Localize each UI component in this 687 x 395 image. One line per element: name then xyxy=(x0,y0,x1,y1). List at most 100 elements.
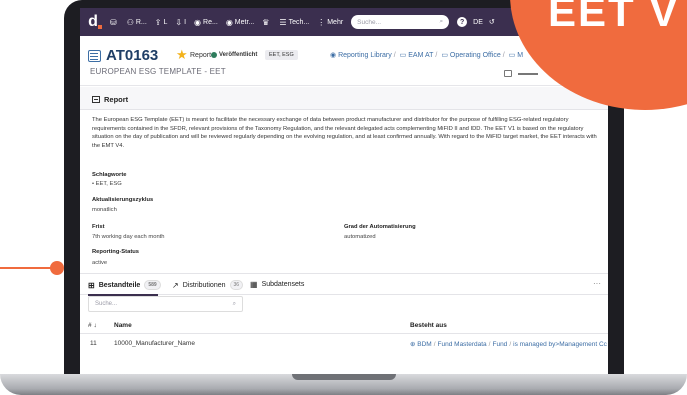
path-item[interactable]: is managed by>Management Cc xyxy=(513,341,607,348)
tab-count: 36 xyxy=(229,280,244,290)
link-icon: ⊕ xyxy=(410,341,416,348)
nav-item-download[interactable]: ⇩ I xyxy=(175,18,186,27)
page-title: AT0163 xyxy=(106,47,159,64)
eye-icon: ◉ xyxy=(194,17,202,27)
tag-chip[interactable]: EET, ESG xyxy=(265,50,298,60)
reporting-status-label: Reporting-Status xyxy=(92,249,140,255)
breadcrumb-item[interactable]: EAM AT xyxy=(408,52,433,59)
nav-item-more[interactable]: ⋮ Mehr xyxy=(317,18,343,27)
global-search[interactable]: Suche... ⌕ xyxy=(351,15,450,29)
tab-bestandteile[interactable]: ⊞ Bestandteile 589 xyxy=(88,280,161,290)
row-name[interactable]: 10000_Manufacturer_Name xyxy=(114,340,195,347)
keywords-value: • EET, ESG xyxy=(92,181,122,187)
deadline-value: 7th working day each month xyxy=(92,234,165,240)
badge-text: EET V xyxy=(548,0,680,35)
column-num-label: # xyxy=(88,322,92,329)
nav-label: Mehr xyxy=(327,18,344,26)
slider-handle[interactable] xyxy=(518,73,538,75)
more-horizontal-icon[interactable]: ··· xyxy=(593,279,601,288)
report-panel: Report The European ESG Template (EET) i… xyxy=(80,87,608,273)
breadcrumb-separator: / xyxy=(435,52,438,59)
path-item[interactable]: Fund xyxy=(492,341,507,348)
nav-label: Tech... xyxy=(288,18,310,26)
nav-item-upload[interactable]: ⇪ L xyxy=(155,18,168,27)
folder-icon: ▭ xyxy=(508,52,516,59)
row-path: ⊕ BDM / Fund Masterdata / Fund / is managed by… xyxy=(410,340,607,348)
nav-label: R... xyxy=(135,18,147,26)
column-name[interactable]: Name xyxy=(114,322,132,329)
path-item[interactable]: Fund Masterdata xyxy=(438,341,487,348)
path-separator: / xyxy=(488,341,491,348)
path-item[interactable]: BDM xyxy=(417,341,431,348)
path-separator: / xyxy=(509,341,512,348)
search-placeholder: Suche... xyxy=(95,301,118,307)
tab-subdatensets[interactable]: ▦ Subdatensets xyxy=(250,280,304,289)
pointer-dot xyxy=(50,261,64,275)
tab-label: Bestandteile xyxy=(98,281,141,289)
report-icon xyxy=(88,50,101,62)
history-icon[interactable]: ↺ xyxy=(489,18,495,26)
nav-label: Metr... xyxy=(234,18,255,26)
tab-bar: ⊞ Bestandteile 589 ↗ Distributionen 36 ▦ Subd… xyxy=(80,273,608,296)
path-separator: / xyxy=(433,341,436,348)
nav-label: L xyxy=(163,18,168,26)
row-num: 11 xyxy=(90,340,97,347)
reporting-status-value: active xyxy=(92,260,108,266)
breadcrumb-item[interactable]: M xyxy=(517,52,523,59)
report-body: The European ESG Template (EET) is meant… xyxy=(80,109,608,273)
report-title: Report xyxy=(104,95,129,104)
nav-item-metrics[interactable]: ◉ Metr... xyxy=(226,18,254,27)
database-icon: ⛁ xyxy=(110,17,117,27)
nav-item-database[interactable]: ⛁ xyxy=(110,18,119,27)
breadcrumb-item[interactable]: Operating Office xyxy=(450,52,501,59)
logo[interactable]: d xyxy=(84,13,102,31)
nav-item-tech[interactable]: ☰ Tech... xyxy=(279,18,309,27)
folder-icon: ▭ xyxy=(441,52,448,59)
search-icon: ⌕ xyxy=(439,18,444,25)
cycle-label: Aktualisierungszyklus xyxy=(92,197,154,203)
tab-count: 589 xyxy=(144,280,161,290)
logo-letter: d xyxy=(88,13,98,30)
tab-distributionen[interactable]: ↗ Distributionen 36 xyxy=(172,280,244,290)
deadline-label: Frist xyxy=(92,224,105,230)
column-num[interactable]: # ↓ xyxy=(88,322,97,329)
breadcrumb-item[interactable]: Reporting Library xyxy=(338,52,392,59)
status-label: Veröffentlicht xyxy=(219,52,258,58)
trophy-icon: ♛ xyxy=(262,17,270,27)
breadcrumb-separator: / xyxy=(393,52,396,59)
nav-label: I xyxy=(184,18,187,26)
sort-icon: ↓ xyxy=(93,322,97,329)
laptop-base xyxy=(0,374,687,395)
nav-item-reports[interactable]: ◉ Re... xyxy=(194,18,218,27)
cycle-value: monatlich xyxy=(92,207,117,213)
table-row[interactable]: 11 10000_Manufacturer_Name ⊕ BDM / Fund Ma… xyxy=(80,335,608,353)
automation-value: automatized xyxy=(344,234,376,240)
window-icon[interactable] xyxy=(504,70,512,77)
download-icon: ⇩ xyxy=(175,17,183,27)
tab-label: Distributionen xyxy=(182,281,226,289)
report-icon xyxy=(92,96,100,103)
keywords-label: Schlagworte xyxy=(92,172,127,178)
language-switch[interactable]: DE xyxy=(473,19,483,26)
eye-icon: ◉ xyxy=(225,17,233,27)
nav-item-trophy[interactable]: ♛ xyxy=(262,18,271,27)
nav-item-roles[interactable]: ⚇ R... xyxy=(127,18,147,27)
column-consists[interactable]: Besteht aus xyxy=(410,322,447,329)
table-header: # ↓ Name Besteht aus xyxy=(80,318,608,334)
grid-icon: ⊞ xyxy=(88,280,95,290)
star-icon[interactable]: ★ xyxy=(176,47,188,63)
keyword-list: EET, ESG xyxy=(95,181,122,187)
logo-dot xyxy=(98,25,102,29)
laptop-screen: d ⛁ ⚇ R... ⇪ L ⇩ I ◉ Re... ◉ Metr... ♛ ☰ Tech.… xyxy=(80,8,608,374)
tab-label: Subdatensets xyxy=(261,281,305,288)
report-section-title: Report xyxy=(92,95,128,104)
table-icon: ▦ xyxy=(250,280,258,289)
folder-icon: ▭ xyxy=(399,52,407,59)
breadcrumb: ◉ Reporting Library / ▭ EAM AT / ▭ Operati… xyxy=(330,51,523,59)
automation-label: Grad der Automatisierung xyxy=(344,224,416,230)
components-search-input[interactable]: Suche... ⌕ xyxy=(88,296,243,312)
search-icon: ⌕ xyxy=(232,300,236,307)
upload-icon: ⇪ xyxy=(154,17,162,27)
help-icon[interactable]: ? xyxy=(457,17,468,27)
list-icon: ☰ xyxy=(279,17,287,27)
